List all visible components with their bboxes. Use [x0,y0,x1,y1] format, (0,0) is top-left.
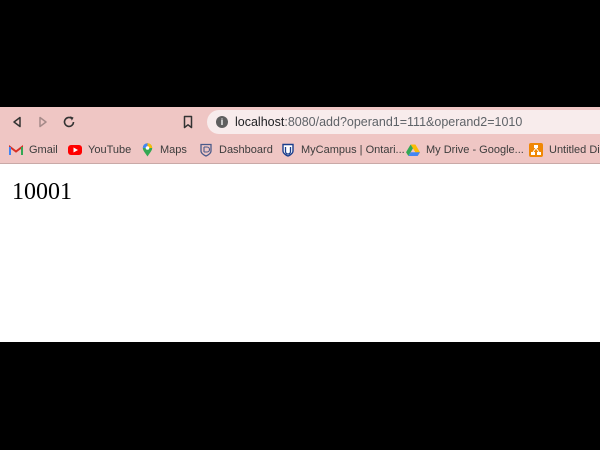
bookmark-youtube[interactable]: YouTube [68,142,131,158]
bookmark-label: YouTube [88,144,132,156]
mycampus-icon [281,143,295,157]
forward-icon [39,116,47,128]
back-button[interactable] [8,113,26,131]
url-text[interactable]: localhost:8080/add?operand1=111&operand2… [235,114,522,130]
forward-button[interactable] [34,113,52,131]
browser-toolbar: i localhost:8080/add?operand1=111&operan… [0,107,600,137]
url-host: localhost [235,115,285,129]
dashboard-icon [199,143,213,157]
bookmark-mycampus[interactable]: MyCampus | Ontari... [281,142,405,158]
bookmark-untitled-diagram[interactable]: Untitled Dia [529,142,600,158]
bookmark-dashboard[interactable]: Dashboard [199,142,273,158]
site-info-icon[interactable]: i [216,116,228,128]
address-bar[interactable]: i localhost:8080/add?operand1=111&operan… [207,110,600,134]
bookmark-label: Dashboard [219,144,273,156]
bookmark-drive[interactable]: My Drive - Google... [406,142,524,158]
bookmark-label: My Drive - Google... [426,144,524,156]
bookmark-icon [183,115,193,129]
bookmark-label: Gmail [29,144,58,156]
drive-icon [406,143,420,157]
maps-icon [140,143,154,157]
result-text: 10001 [12,179,72,205]
bookmark-maps[interactable]: Maps [140,142,187,158]
page-content: 10001 [0,164,600,342]
back-icon [13,116,21,128]
diagram-icon [529,143,543,157]
youtube-icon [68,143,82,157]
bookmark-button[interactable] [179,113,197,131]
gmail-icon [9,143,23,157]
bookmark-gmail[interactable]: Gmail [9,142,58,158]
url-path: :8080/add?operand1=111&operand2=1010 [284,115,523,129]
bookmarks-bar: Gmail YouTube Maps Dashboard MyCampus | … [0,137,600,164]
reload-icon [63,116,75,128]
browser-window: i localhost:8080/add?operand1=111&operan… [0,107,600,342]
bookmark-label: Maps [160,144,187,156]
reload-button[interactable] [60,113,78,131]
bookmark-label: MyCampus | Ontari... [301,144,405,156]
bookmark-label: Untitled Dia [549,144,600,156]
